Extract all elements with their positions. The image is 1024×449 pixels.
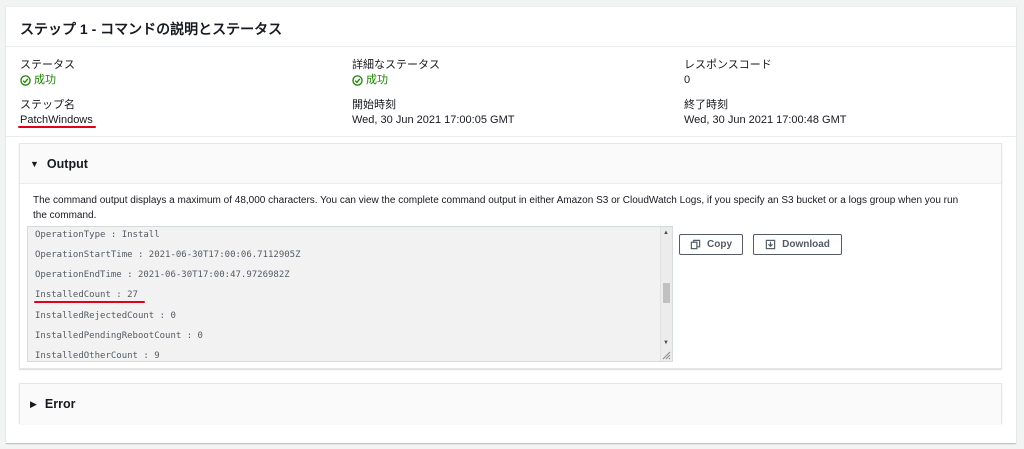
end-time-value: Wed, 30 Jun 2021 17:00:48 GMT bbox=[684, 114, 847, 126]
page-title: ステップ 1 - コマンドの説明とステータス bbox=[20, 21, 283, 37]
download-button[interactable]: Download bbox=[753, 234, 842, 255]
response-code-value: 0 bbox=[684, 74, 691, 86]
output-line: InstalledPendingRebootCount : 0 bbox=[35, 331, 203, 341]
error-section: ▶ Error bbox=[19, 383, 1002, 424]
output-description: The command output displays a maximum of… bbox=[33, 195, 959, 221]
output-line: OperationStartTime : 2021-06-30T17:00:06… bbox=[35, 250, 301, 260]
scroll-down-icon[interactable]: ▼ bbox=[663, 340, 669, 346]
download-icon bbox=[765, 239, 776, 250]
output-textarea[interactable]: OperationType : Install OperationStartTi… bbox=[27, 226, 673, 362]
step-panel: ステップ 1 - コマンドの説明とステータス ステータス 成功 詳細なステータス… bbox=[6, 6, 1016, 443]
output-line: OperationEndTime : 2021-06-30T17:00:47.9… bbox=[35, 270, 290, 280]
copy-icon bbox=[690, 239, 701, 250]
end-time-field: 終了時刻 Wed, 30 Jun 2021 17:00:48 GMT bbox=[684, 98, 846, 127]
response-code-label: レスポンスコード bbox=[684, 59, 772, 71]
start-time-field: 開始時刻 Wed, 30 Jun 2021 17:00:05 GMT bbox=[352, 98, 514, 127]
status-field: ステータス 成功 bbox=[20, 58, 75, 87]
start-time-value: Wed, 30 Jun 2021 17:00:05 GMT bbox=[352, 114, 515, 126]
end-time-label: 終了時刻 bbox=[684, 99, 728, 111]
output-header[interactable]: ▼ Output bbox=[20, 144, 1001, 184]
status-value: 成功 bbox=[20, 73, 75, 87]
output-title: Output bbox=[46, 156, 88, 171]
caret-right-icon: ▶ bbox=[30, 398, 37, 409]
error-title: Error bbox=[44, 397, 76, 411]
detailed-status-label: 詳細なステータス bbox=[352, 59, 440, 71]
output-scrollbar[interactable]: ▲ ▼ bbox=[660, 227, 672, 361]
check-circle-icon bbox=[352, 74, 363, 86]
status-label: ステータス bbox=[20, 59, 75, 71]
copy-button[interactable]: Copy bbox=[679, 234, 743, 255]
caret-down-icon: ▼ bbox=[30, 158, 39, 169]
scroll-thumb[interactable] bbox=[663, 283, 670, 303]
download-label: Download bbox=[782, 239, 830, 250]
detailed-status-field: 詳細なステータス 成功 bbox=[352, 58, 440, 87]
output-line: InstalledCount : 27 bbox=[35, 290, 138, 300]
details-grid: ステータス 成功 詳細なステータス 成功 レスポンスコード 0 ステップ名 Pa… bbox=[6, 47, 1016, 137]
panel-header: ステップ 1 - コマンドの説明とステータス bbox=[6, 7, 1016, 47]
resize-handle-icon[interactable] bbox=[662, 351, 671, 360]
output-section: ▼ Output The command output displays a m… bbox=[19, 143, 1002, 369]
status-text: 成功 bbox=[34, 74, 56, 86]
scroll-up-icon[interactable]: ▲ bbox=[663, 230, 669, 236]
step-name-field: ステップ名 PatchWindows bbox=[20, 98, 93, 127]
copy-label: Copy bbox=[707, 239, 732, 250]
check-circle-icon bbox=[20, 74, 31, 86]
detailed-status-value: 成功 bbox=[352, 73, 440, 87]
error-header[interactable]: ▶ Error bbox=[20, 384, 1001, 424]
step-name-value: PatchWindows bbox=[20, 114, 93, 126]
step-name-label: ステップ名 bbox=[20, 99, 75, 111]
output-line: InstalledOtherCount : 9 bbox=[35, 351, 160, 361]
output-line: InstalledRejectedCount : 0 bbox=[35, 311, 176, 321]
response-code-field: レスポンスコード 0 bbox=[684, 58, 772, 87]
detailed-status-text: 成功 bbox=[366, 74, 388, 86]
annotation-underline bbox=[18, 126, 96, 128]
output-line: OperationType : Install bbox=[35, 230, 160, 240]
annotation-underline bbox=[34, 301, 145, 303]
start-time-label: 開始時刻 bbox=[352, 99, 396, 111]
